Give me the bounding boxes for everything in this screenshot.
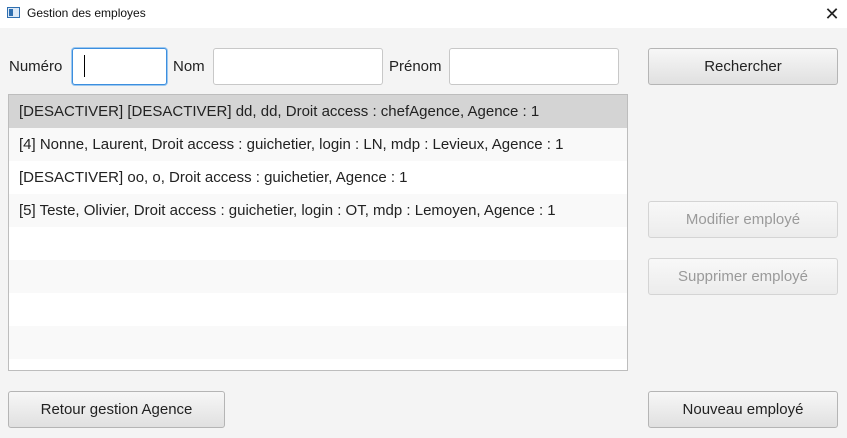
window-title: Gestion des employes (27, 6, 146, 20)
empty-list-row (9, 293, 627, 326)
empty-list-row (9, 260, 627, 293)
delete-employee-button[interactable]: Supprimer employé (648, 258, 838, 295)
app-window-icon (7, 7, 20, 18)
list-item[interactable]: [5] Teste, Olivier, Droit access : guich… (9, 194, 627, 227)
numero-label: Numéro (9, 58, 63, 75)
empty-list-row (9, 326, 627, 359)
prenom-label: Prénom (389, 58, 442, 75)
search-button[interactable]: Rechercher (648, 48, 838, 85)
modify-employee-button[interactable]: Modifier employé (648, 201, 838, 238)
close-icon[interactable]: ✕ (817, 0, 847, 28)
empty-list-row (9, 227, 627, 260)
list-item[interactable]: [DESACTIVER] [DESACTIVER] dd, dd, Droit … (9, 95, 627, 128)
employee-list[interactable]: [DESACTIVER] [DESACTIVER] dd, dd, Droit … (8, 94, 628, 371)
list-item[interactable]: [DESACTIVER] oo, o, Droit access : guich… (9, 161, 627, 194)
prenom-input[interactable] (449, 48, 619, 85)
list-item[interactable]: [4] Nonne, Laurent, Droit access : guich… (9, 128, 627, 161)
back-agency-button[interactable]: Retour gestion Agence (8, 391, 225, 428)
title-bar: Gestion des employes ✕ (0, 0, 847, 28)
nom-label: Nom (173, 58, 205, 75)
new-employee-button[interactable]: Nouveau employé (648, 391, 838, 428)
text-caret (84, 55, 85, 77)
numero-input[interactable] (72, 48, 167, 85)
nom-input[interactable] (213, 48, 383, 85)
